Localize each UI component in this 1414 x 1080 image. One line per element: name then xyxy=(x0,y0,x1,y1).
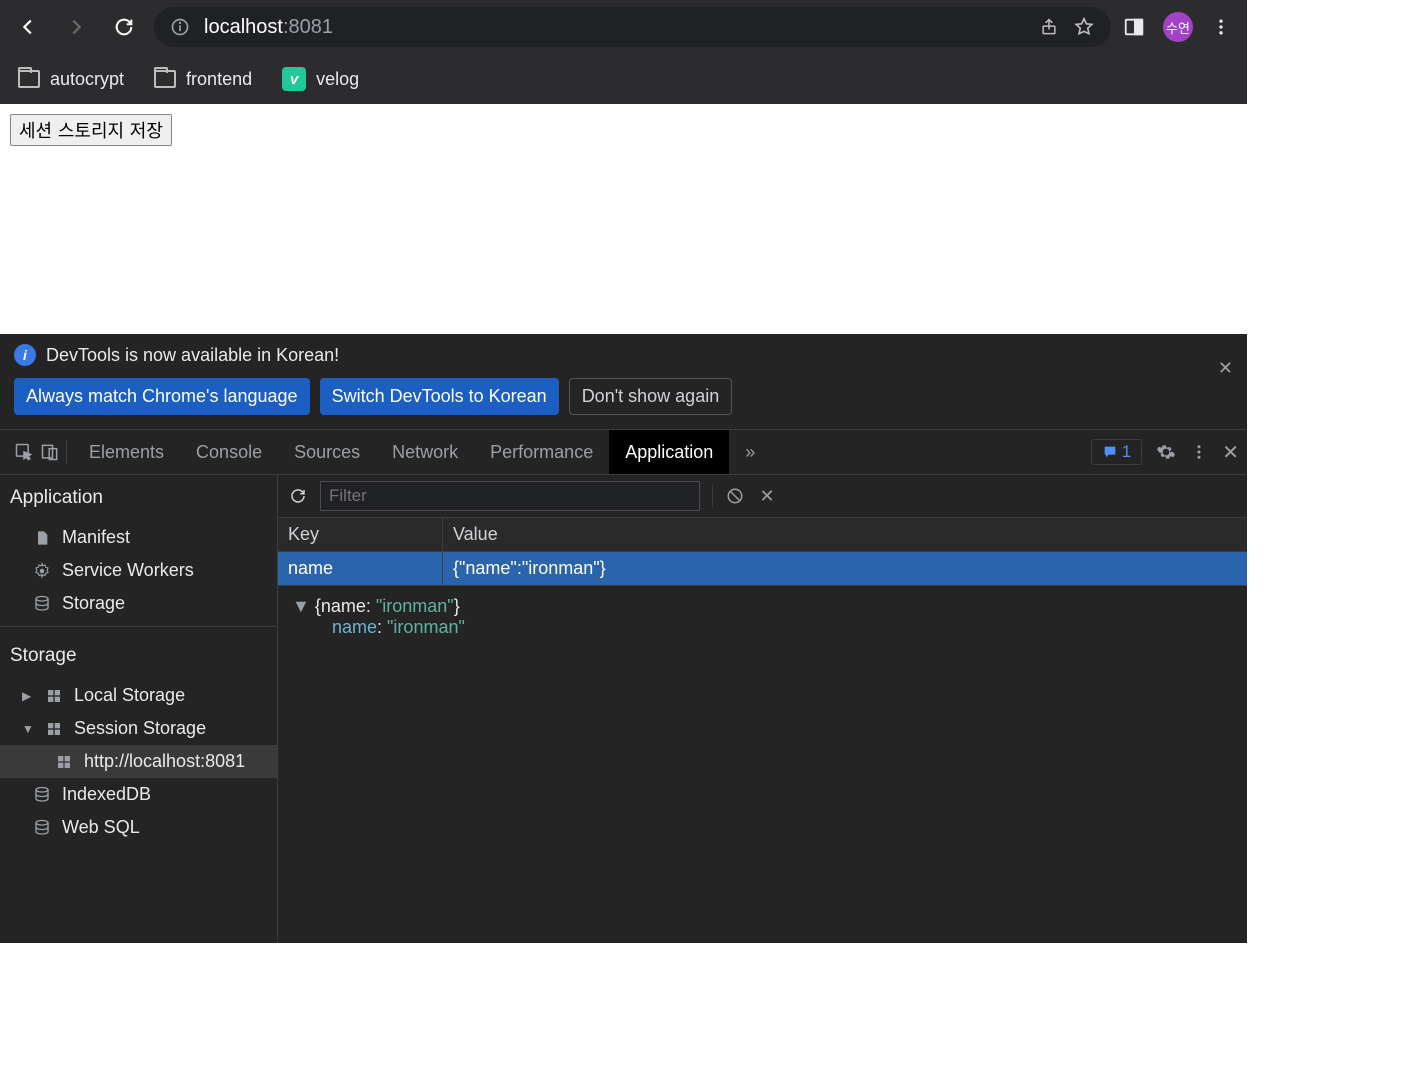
devtools-tabs: Elements Console Sources Network Perform… xyxy=(0,429,1247,475)
sidebar-section-application: Application xyxy=(0,475,277,521)
database-icon xyxy=(32,594,52,614)
back-button[interactable] xyxy=(10,9,46,45)
bookmark-autocrypt[interactable]: autocrypt xyxy=(18,69,124,90)
cell-value: {"name":"ironman"} xyxy=(443,552,1247,585)
table-header-value[interactable]: Value xyxy=(443,518,1247,552)
save-session-storage-button[interactable]: 세션 스토리지 저장 xyxy=(10,114,172,146)
switch-korean-button[interactable]: Switch DevTools to Korean xyxy=(320,378,559,415)
star-icon[interactable] xyxy=(1073,16,1095,38)
share-icon[interactable] xyxy=(1039,17,1059,37)
refresh-icon[interactable] xyxy=(288,486,308,506)
close-icon[interactable]: ✕ xyxy=(1218,358,1233,379)
application-sidebar: Application Manifest Service Workers Sto… xyxy=(0,475,278,943)
panel-icon[interactable] xyxy=(1123,16,1145,38)
folder-icon xyxy=(18,70,40,88)
sidebar-section-storage: Storage xyxy=(0,633,277,679)
info-icon: i xyxy=(14,344,36,366)
sidebar-item-session-storage[interactable]: ▼Session Storage xyxy=(0,712,277,745)
page-body: 세션 스토리지 저장 xyxy=(0,104,1247,334)
browser-toolbar: localhost:8081 수연 xyxy=(0,0,1247,54)
grid-icon xyxy=(44,719,64,739)
bookmark-velog[interactable]: vvelog xyxy=(282,67,359,91)
forward-button[interactable] xyxy=(58,9,94,45)
kebab-menu-icon[interactable] xyxy=(1190,443,1208,461)
storage-toolbar: ✕ xyxy=(278,475,1247,518)
devtools-locale-banner: i DevTools is now available in Korean! ✕… xyxy=(0,334,1247,415)
file-icon xyxy=(32,528,52,548)
tab-console[interactable]: Console xyxy=(180,430,278,474)
delete-icon[interactable]: ✕ xyxy=(757,486,777,506)
sidebar-item-storage[interactable]: Storage xyxy=(0,587,277,620)
viewer-line-1[interactable]: ▼ {name: "ironman"} xyxy=(292,596,1233,617)
value-viewer: ▼ {name: "ironman"} name: "ironman" xyxy=(278,586,1247,648)
issues-badge[interactable]: 1 xyxy=(1091,439,1142,465)
tab-elements[interactable]: Elements xyxy=(73,430,180,474)
site-info-icon[interactable] xyxy=(170,17,190,37)
storage-main: ✕ Key Value name {"name":"ironman"} ▼ {n… xyxy=(278,475,1247,943)
settings-icon[interactable] xyxy=(1156,442,1176,462)
database-icon xyxy=(32,818,52,838)
tab-sources[interactable]: Sources xyxy=(278,430,376,474)
velog-icon: v xyxy=(282,67,306,91)
clear-all-icon[interactable] xyxy=(725,486,745,506)
always-match-button[interactable]: Always match Chrome's language xyxy=(14,378,310,415)
table-row[interactable]: name {"name":"ironman"} xyxy=(278,552,1247,585)
banner-message: DevTools is now available in Korean! xyxy=(46,345,339,366)
devtools-panel: i DevTools is now available in Korean! ✕… xyxy=(0,334,1247,943)
bookmarks-bar: autocrypt frontend vvelog xyxy=(0,54,1247,104)
profile-avatar[interactable]: 수연 xyxy=(1163,12,1193,42)
sidebar-item-service-workers[interactable]: Service Workers xyxy=(0,554,277,587)
folder-icon xyxy=(154,70,176,88)
gear-icon xyxy=(32,561,52,581)
grid-icon xyxy=(44,686,64,706)
url-bar[interactable]: localhost:8081 xyxy=(154,7,1111,47)
device-toggle-icon[interactable] xyxy=(40,442,60,462)
database-icon xyxy=(32,785,52,805)
reload-button[interactable] xyxy=(106,9,142,45)
cell-key: name xyxy=(278,552,443,585)
tab-network[interactable]: Network xyxy=(376,430,474,474)
storage-table: Key Value name {"name":"ironman"} xyxy=(278,518,1247,586)
dont-show-again-button[interactable]: Don't show again xyxy=(569,378,733,415)
sidebar-item-websql[interactable]: Web SQL xyxy=(0,811,277,844)
filter-input[interactable] xyxy=(320,481,700,511)
grid-icon xyxy=(54,752,74,772)
sidebar-item-local-storage[interactable]: ▶Local Storage xyxy=(0,679,277,712)
table-header-key[interactable]: Key xyxy=(278,518,443,552)
sidebar-item-origin[interactable]: http://localhost:8081 xyxy=(0,745,277,778)
tab-performance[interactable]: Performance xyxy=(474,430,609,474)
close-devtools-icon[interactable]: ✕ xyxy=(1222,440,1239,465)
bookmark-frontend[interactable]: frontend xyxy=(154,69,252,90)
inspect-icon[interactable] xyxy=(14,442,34,462)
tabs-overflow-icon[interactable]: » xyxy=(729,430,771,474)
sidebar-item-manifest[interactable]: Manifest xyxy=(0,521,277,554)
viewer-line-2[interactable]: name: "ironman" xyxy=(292,617,1233,638)
kebab-menu-icon[interactable] xyxy=(1211,17,1231,37)
sidebar-item-indexeddb[interactable]: IndexedDB xyxy=(0,778,277,811)
url-host: localhost:8081 xyxy=(204,16,333,39)
tab-application[interactable]: Application xyxy=(609,430,729,474)
